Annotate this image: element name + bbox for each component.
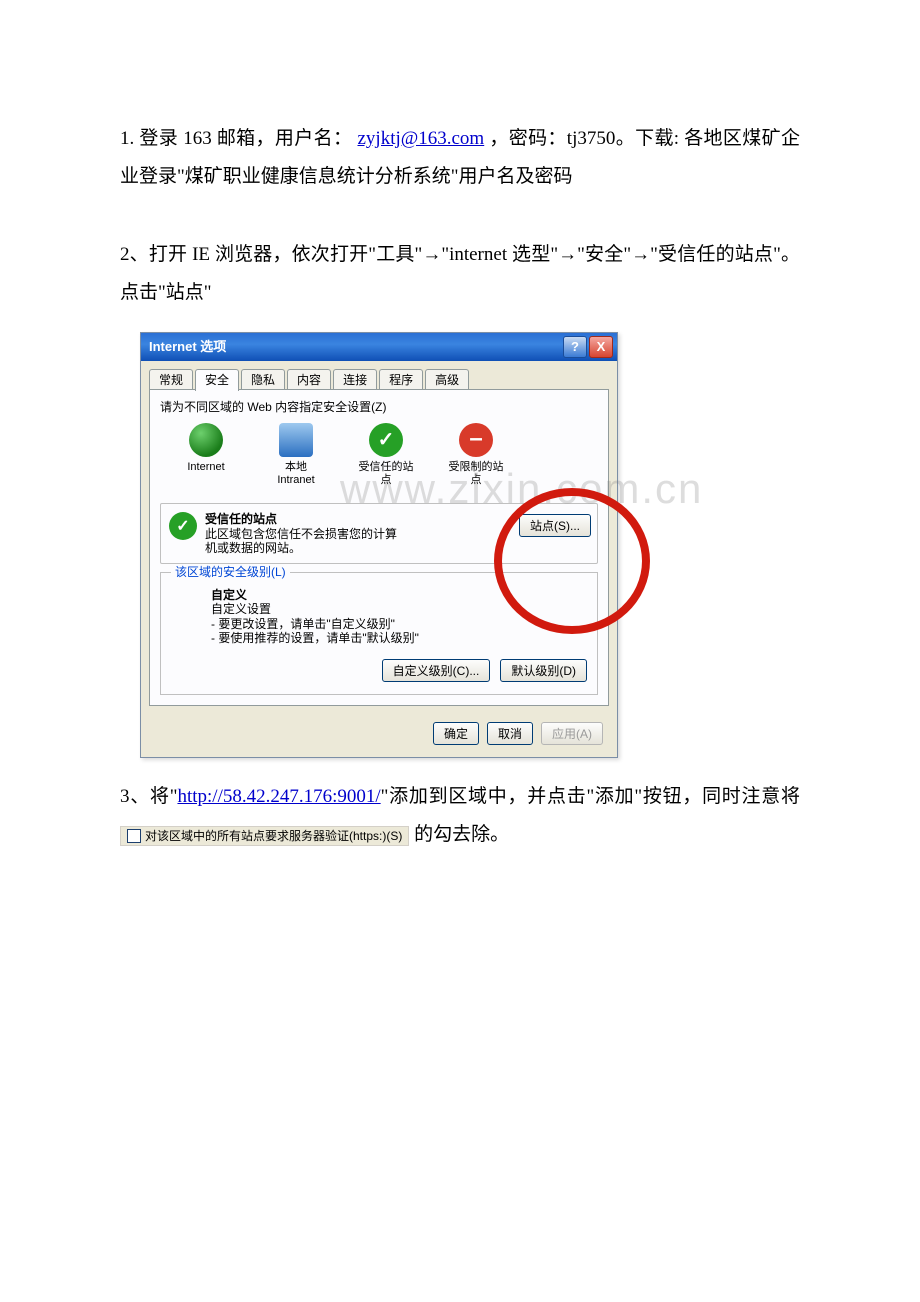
zone-trusted[interactable]: ✓ 受信任的站 点 (356, 423, 416, 487)
check-icon: ✓ (169, 512, 197, 540)
https-verify-checkbox[interactable]: 对该区域中的所有站点要求服务器验证(https:)(S) (120, 826, 409, 846)
email-link[interactable]: zyjktj@163.com (357, 128, 484, 149)
sites-button[interactable]: 站点(S)... (519, 514, 591, 537)
help-button[interactable]: ? (563, 336, 587, 358)
tab-security[interactable]: 安全 (195, 369, 239, 391)
security-tab-panel: 请为不同区域的 Web 内容指定安全设置(Z) Internet 本地 Intr… (149, 389, 609, 706)
close-button[interactable]: X (589, 336, 613, 358)
zone-list: Internet 本地 Intranet ✓ 受信任的站 点 – 受限制的站 点 (176, 423, 598, 487)
zone-intranet[interactable]: 本地 Intranet (266, 423, 326, 487)
step-3-paragraph: 3、将"http://58.42.247.176:9001/"添加到区域中，并点… (120, 778, 800, 854)
zone-restricted[interactable]: – 受限制的站 点 (446, 423, 506, 487)
tab-general[interactable]: 常规 (149, 369, 193, 390)
tab-connections[interactable]: 连接 (333, 369, 377, 390)
tab-advanced[interactable]: 高级 (425, 369, 469, 390)
check-icon: ✓ (369, 423, 403, 457)
globe-icon (189, 423, 223, 457)
ok-button[interactable]: 确定 (433, 722, 479, 745)
zone-internet[interactable]: Internet (176, 423, 236, 487)
dialog-screenshot: www.zixin.com.cn Internet 选项 ? X 常规 安全 隐… (140, 332, 616, 758)
zone-instruction: 请为不同区域的 Web 内容指定安全设置(Z) (160, 400, 598, 414)
trusted-zone-description: ✓ 受信任的站点 此区域包含您信任不会损害您的计算机或数据的网站。 站点(S).… (160, 503, 598, 564)
apply-button[interactable]: 应用(A) (541, 722, 603, 745)
dialog-title: Internet 选项 (149, 339, 226, 355)
intranet-icon (279, 423, 313, 457)
dialog-titlebar: Internet 选项 ? X (141, 333, 617, 361)
tab-content[interactable]: 内容 (287, 369, 331, 390)
step-1-paragraph: 1. 登录 163 邮箱，用户名： zyjktj@163.com ，密码：tj3… (120, 120, 800, 196)
step-2-paragraph: 2、打开 IE 浏览器，依次打开"工具"→"internet 选型"→"安全"→… (120, 236, 800, 312)
custom-level-button[interactable]: 自定义级别(C)... (382, 659, 491, 682)
minus-icon: – (459, 423, 493, 457)
checkbox-label: 对该区域中的所有站点要求服务器验证(https:)(S) (145, 829, 402, 843)
step-3-prefix: 3、将" (120, 786, 177, 807)
url-link[interactable]: http://58.42.247.176:9001/ (177, 786, 380, 807)
security-level-group: 该区域的安全级别(L) 自定义 自定义设置 - 要更改设置，请单击"自定义级别"… (160, 572, 598, 695)
cancel-button[interactable]: 取消 (487, 722, 533, 745)
custom-desc: 自定义设置 - 要更改设置，请单击"自定义级别" - 要使用推荐的设置，请单击"… (211, 602, 587, 645)
step-2-text: 2、打开 IE 浏览器，依次打开"工具"→"internet 选型"→"安全"→… (120, 244, 800, 303)
trusted-title: 受信任的站点 (205, 512, 405, 526)
step-3-suffix: 的勾去除。 (414, 824, 509, 845)
step-3-mid: "添加到区域中，并点击"添加"按钮，同时注意将 (381, 786, 800, 807)
tab-privacy[interactable]: 隐私 (241, 369, 285, 390)
tab-strip: 常规 安全 隐私 内容 连接 程序 高级 (141, 361, 617, 389)
checkbox-icon (127, 829, 141, 843)
tab-programs[interactable]: 程序 (379, 369, 423, 390)
step-1-prefix: 1. 登录 163 邮箱，用户名： (120, 128, 352, 149)
level-legend: 该区域的安全级别(L) (171, 565, 290, 579)
custom-title: 自定义 (211, 588, 587, 602)
default-level-button[interactable]: 默认级别(D) (500, 659, 587, 682)
document-page: 1. 登录 163 邮箱，用户名： zyjktj@163.com ，密码：tj3… (0, 0, 920, 1302)
trusted-desc: 此区域包含您信任不会损害您的计算机或数据的网站。 (205, 527, 405, 556)
internet-options-dialog: Internet 选项 ? X 常规 安全 隐私 内容 连接 程序 高级 请为不… (140, 332, 618, 758)
dialog-footer: 确定 取消 应用(A) (141, 714, 617, 757)
